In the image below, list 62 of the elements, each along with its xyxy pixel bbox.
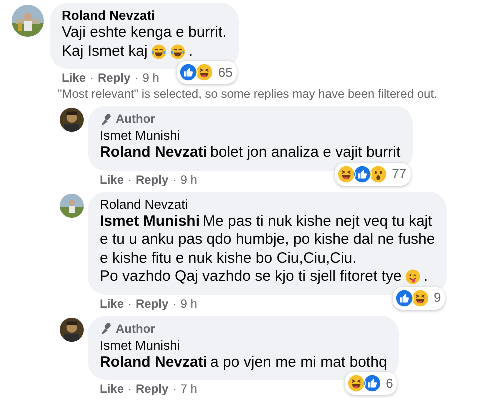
separator-dot: · bbox=[128, 382, 132, 397]
comment-text: Kaj Ismet kaj bbox=[62, 42, 148, 61]
timestamp-link[interactable]: 9 h bbox=[180, 172, 198, 188]
comment-text: . bbox=[424, 268, 428, 286]
reaction-count: 9 bbox=[434, 290, 442, 306]
action-link[interactable]: Like bbox=[100, 172, 124, 188]
laughing-reaction-icon bbox=[411, 288, 430, 308]
author-name[interactable]: Ismet Munishi bbox=[100, 128, 401, 144]
separator-dot: · bbox=[172, 382, 177, 397]
author-label: Author bbox=[116, 320, 156, 336]
action-link[interactable]: Reply bbox=[136, 296, 169, 312]
laughing-reaction-icon bbox=[347, 374, 366, 393]
comment-text: . bbox=[188, 42, 194, 61]
like-reaction-icon bbox=[395, 288, 414, 308]
reaction-summary[interactable]: 6 bbox=[345, 372, 398, 395]
laughing-reaction-icon bbox=[195, 63, 214, 82]
separator-dot: · bbox=[172, 296, 177, 312]
action-link[interactable]: Reply bbox=[136, 382, 169, 397]
like-reaction-icon bbox=[363, 374, 382, 393]
like-reaction-icon bbox=[353, 164, 372, 184]
author-name[interactable]: Roland Nevzati bbox=[62, 8, 227, 24]
separator-dot: · bbox=[128, 172, 132, 188]
comment-text: Po vazhdo Qaj vazhdo se kjo ti sjell fitoret tye bbox=[100, 268, 402, 286]
comment-text: e tu u anku pas qdo humbje, po kishe dal ne fushe bbox=[100, 231, 436, 250]
author-name[interactable]: Roland Nevzati bbox=[100, 196, 436, 212]
laughing-reaction-icon bbox=[337, 164, 356, 184]
reaction-count: 65 bbox=[218, 64, 233, 80]
separator-dot: · bbox=[134, 71, 139, 86]
like-reaction-icon bbox=[179, 63, 198, 82]
laughing-tears-emoji-icon bbox=[170, 44, 186, 60]
reaction-summary[interactable]: 77 bbox=[335, 162, 411, 186]
action-link[interactable]: Reply bbox=[98, 71, 131, 86]
action-link[interactable]: Like bbox=[62, 71, 86, 86]
separator-dot: · bbox=[128, 296, 132, 312]
comment-text: bolet jon analiza e vajit burrit bbox=[210, 144, 401, 162]
timestamp-link[interactable]: 9 h bbox=[142, 71, 160, 86]
timestamp-link[interactable]: 9 h bbox=[180, 296, 198, 312]
reaction-summary[interactable]: 65 bbox=[177, 61, 237, 84]
comment-text: e kishe fitu e nuk kishe bo Ciu,Ciu,Ciu. bbox=[100, 250, 357, 268]
reaction-count: 6 bbox=[386, 376, 394, 392]
laughing-tears-emoji-icon bbox=[150, 44, 167, 60]
mention-link[interactable]: Roland Nevzati bbox=[100, 354, 208, 372]
microphone-icon bbox=[100, 322, 113, 335]
separator-dot: · bbox=[90, 71, 94, 86]
separator-dot: · bbox=[172, 172, 177, 188]
author-name[interactable]: Ismet Munishi bbox=[100, 338, 388, 354]
action-link[interactable]: Reply bbox=[136, 172, 169, 188]
action-link[interactable]: Like bbox=[100, 296, 124, 312]
reaction-count: 77 bbox=[392, 166, 407, 182]
microphone-icon bbox=[100, 112, 113, 126]
author-label: Author bbox=[116, 111, 156, 127]
surprised-reaction-icon bbox=[369, 164, 388, 184]
filter-notice: "Most relevant" is selected, so some replies may have been filtered out. bbox=[57, 86, 438, 102]
action-link[interactable]: Like bbox=[100, 382, 124, 397]
mention-link[interactable]: Roland Nevzati bbox=[100, 144, 208, 162]
tongue-face-emoji-icon bbox=[404, 269, 421, 286]
timestamp-link[interactable]: 7 h bbox=[180, 382, 198, 397]
comment-text: a po vjen me mi mat bothq bbox=[210, 354, 388, 372]
reaction-summary[interactable]: 9 bbox=[393, 286, 446, 310]
mention-link[interactable]: Ismet Munishi bbox=[100, 212, 200, 231]
comment-text: Me pas ti nuk kishe nejt veq tu kajt bbox=[203, 212, 432, 231]
comment-text: Vaji eshte kenga e burrit. bbox=[62, 24, 227, 42]
